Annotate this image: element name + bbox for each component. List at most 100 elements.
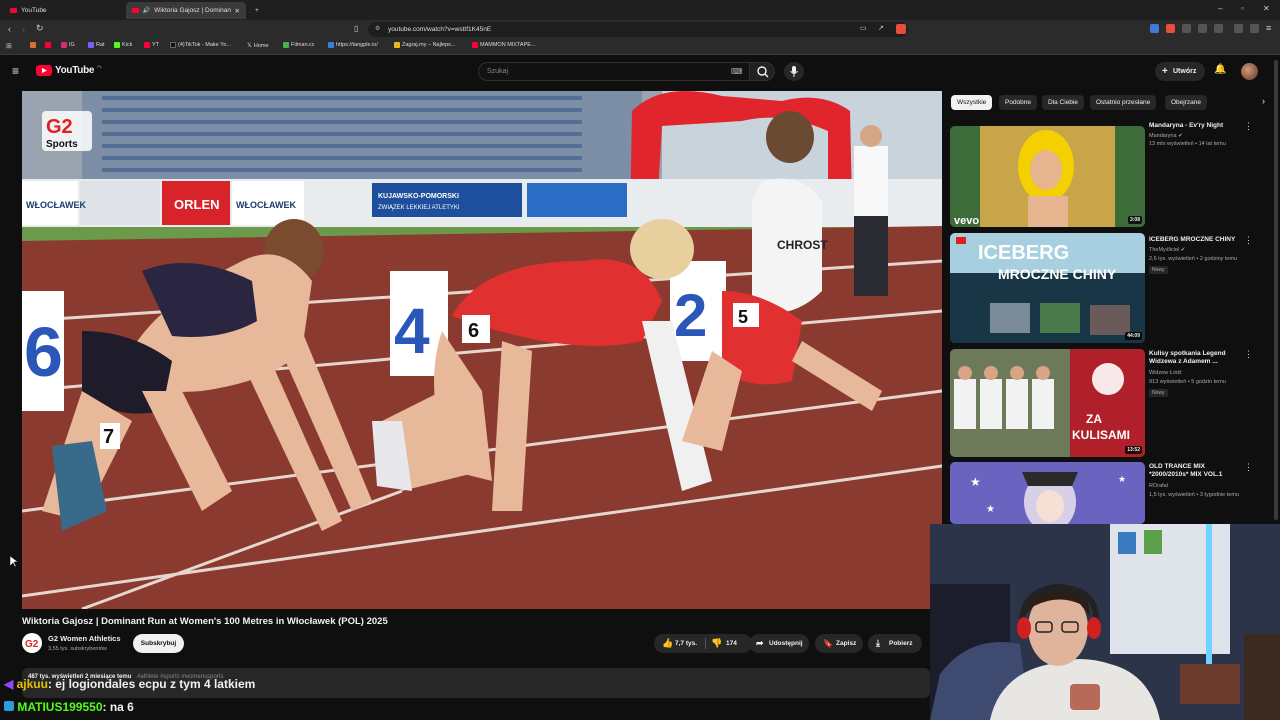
maximize-icon[interactable]: ▫ <box>1241 4 1244 13</box>
badge-icon <box>4 701 14 711</box>
bookmark-item[interactable]: https://tangple.io/ <box>328 42 378 48</box>
recommendation-title[interactable]: Kulisy spotkania Legend Widzewa z Adamem… <box>1149 350 1244 366</box>
install-icon[interactable]: ▭ <box>860 24 867 32</box>
svg-text:WŁOCŁAWEK: WŁOCŁAWEK <box>236 200 296 210</box>
share-icon: ➦ <box>756 638 764 648</box>
recommendation-title[interactable]: Mandaryna - Ev'ry Night <box>1149 122 1244 130</box>
url-input[interactable]: youtube.com/watch?v=wsttf1K45nE <box>368 22 908 37</box>
more-options-icon[interactable]: ⋮ <box>1244 462 1253 473</box>
more-options-icon[interactable]: ⋮ <box>1244 121 1253 132</box>
chips-next-icon[interactable]: › <box>1262 96 1265 106</box>
new-tab-button[interactable]: + <box>249 2 265 19</box>
new-badge: Nowy <box>1149 389 1168 397</box>
music-icon[interactable] <box>1234 24 1243 33</box>
like-count[interactable]: 7,7 tys. <box>675 634 697 653</box>
dislike-count[interactable]: 174 <box>726 634 737 653</box>
svg-text:★: ★ <box>970 475 981 489</box>
extension-icon[interactable] <box>1198 24 1207 33</box>
recommendation-channel[interactable]: ROrafal <box>1149 483 1249 490</box>
scrollbar[interactable] <box>1274 60 1278 520</box>
extension-icon[interactable] <box>1214 24 1223 33</box>
svg-text:7: 7 <box>103 426 114 448</box>
bookmark-item[interactable]: MAMMON MIXTAPE... <box>472 42 536 48</box>
chip-all[interactable]: Wszystkie <box>951 95 993 110</box>
recommendation-thumbnail[interactable]: ZA KULISAMI 13:52 <box>950 349 1145 457</box>
chip-watched[interactable]: Obejrzane <box>1165 95 1207 110</box>
logo-text: YouTube <box>55 65 95 76</box>
bookmark-label: Kick <box>122 42 133 48</box>
save-button[interactable]: 🔖 Zapisz <box>815 634 863 653</box>
verified-icon: ✔ <box>1178 133 1183 139</box>
recommendation-title[interactable]: OLD TRANCE MIX *2000/2010s* MIX VOL.1 <box>1149 463 1244 479</box>
download-button[interactable]: ⤓ Pobierz <box>868 634 922 653</box>
channel-avatar[interactable]: G2 <box>22 633 42 653</box>
tab-video[interactable]: 🔊 Wiktoria Gajosz | Dominant R ✕ <box>126 2 246 19</box>
bookmark-item[interactable]: 𝕏 Home <box>247 42 269 50</box>
recommendation-channel[interactable]: Mandaryna ✔ <box>1149 133 1249 140</box>
recommendation-meta: 1,5 tys. wyświetleń • 3 tygodnie temu <box>1149 492 1239 498</box>
browser-tab-bar: YouTube 🔊 Wiktoria Gajosz | Dominant R ✕… <box>0 0 1280 20</box>
recommendation-meta: 913 wyświetleń • 5 godzin temu <box>1149 379 1226 385</box>
bookmark-label: Zagraj.my – Najleps... <box>402 42 456 48</box>
subscribe-button[interactable]: Subskrybuj <box>133 634 184 653</box>
region-code: PL <box>97 64 103 69</box>
bookmark-item[interactable]: Filman.cc <box>283 42 315 48</box>
brave-shield-icon[interactable] <box>896 24 906 34</box>
bookmark-item[interactable]: Rat <box>88 42 105 48</box>
svg-text:G2: G2 <box>25 639 39 650</box>
back-icon[interactable]: ‹ <box>8 24 11 34</box>
create-button[interactable]: + Utwórz <box>1155 62 1205 81</box>
bookmark-item[interactable]: (4)TikTok - Make Yo... <box>170 42 231 48</box>
share-button[interactable]: ➦ Udostępnij <box>749 634 809 653</box>
bookmark-page-icon[interactable]: ▯ <box>354 24 358 33</box>
bookmark-item[interactable]: YT <box>144 42 159 48</box>
minimize-icon[interactable]: – <box>1218 4 1222 13</box>
bookmark-item[interactable]: IG <box>61 42 75 48</box>
video-player[interactable]: WŁOCŁAWEK ORLEN WŁOCŁAWEK KUJAWSKO-POMOR… <box>22 91 942 609</box>
recommendation-channel[interactable]: TheMyśliciel ✔ <box>1149 247 1249 254</box>
recommendation-thumbnail[interactable]: ICEBERG MROCZNE CHINY 44:09 <box>950 233 1145 343</box>
like-icon[interactable]: 👍 <box>662 634 673 653</box>
extension-icon[interactable] <box>1182 24 1191 33</box>
menu-icon[interactable]: ≡ <box>1266 23 1271 33</box>
chat-username: ajkuu <box>16 677 48 691</box>
recommendation-title[interactable]: ICEBERG MROCZNE CHINY <box>1149 236 1244 244</box>
avatar[interactable] <box>1241 63 1258 80</box>
reload-icon[interactable]: ↻ <box>36 23 44 34</box>
new-badge: Nowy <box>1149 266 1168 274</box>
share-page-icon[interactable]: ↗ <box>878 24 884 32</box>
recommendation-thumbnail[interactable]: ★ ★ ★ <box>950 462 1145 524</box>
chip-for-you[interactable]: Dla Ciebie <box>1042 95 1084 110</box>
hamburger-menu-icon[interactable]: ≡ <box>12 64 19 78</box>
bookmark-item[interactable]: Kick <box>114 42 132 48</box>
more-options-icon[interactable]: ⋮ <box>1244 349 1253 360</box>
recommendation-thumbnail[interactable]: vevo 3:08 <box>950 126 1145 227</box>
apps-grid-icon[interactable]: ⊞ <box>6 42 12 50</box>
tab-youtube[interactable]: YouTube <box>4 2 124 19</box>
notifications-bell-icon[interactable]: 🔔 <box>1214 64 1226 75</box>
bookmark-item[interactable]: Zagraj.my – Najleps... <box>394 42 456 48</box>
close-window-icon[interactable]: ✕ <box>1263 4 1270 13</box>
channel-name[interactable]: G2 Women Athletics <box>48 634 121 643</box>
recommendation-channel[interactable]: Widzew Łódź <box>1149 370 1249 377</box>
youtube-logo[interactable]: YouTube PL <box>36 64 103 76</box>
forward-icon[interactable]: › <box>22 24 25 34</box>
dislike-icon[interactable]: 👎 <box>711 634 722 653</box>
extension-icon[interactable] <box>1150 24 1159 33</box>
bookmark-item[interactable] <box>45 42 53 48</box>
bookmark-favicon-icon <box>328 42 334 48</box>
bookmark-item[interactable] <box>30 42 38 48</box>
extension-icon[interactable] <box>1166 24 1175 33</box>
wallet-icon[interactable] <box>1250 24 1259 33</box>
search-input[interactable]: Szukaj ⌨ <box>478 62 750 81</box>
search-button[interactable] <box>749 62 775 81</box>
keyboard-icon[interactable]: ⌨ <box>731 63 743 80</box>
voice-search-button[interactable] <box>784 62 804 81</box>
site-info-icon[interactable]: ⚙ <box>375 25 380 32</box>
more-options-icon[interactable]: ⋮ <box>1244 235 1253 246</box>
chip-related[interactable]: Podobne <box>999 95 1038 110</box>
close-tab-icon[interactable]: ✕ <box>235 7 240 15</box>
bookmark-favicon-icon <box>88 42 94 48</box>
chip-recent[interactable]: Ostatnio przesłane <box>1090 95 1157 110</box>
duration-badge: 13:52 <box>1125 446 1142 454</box>
